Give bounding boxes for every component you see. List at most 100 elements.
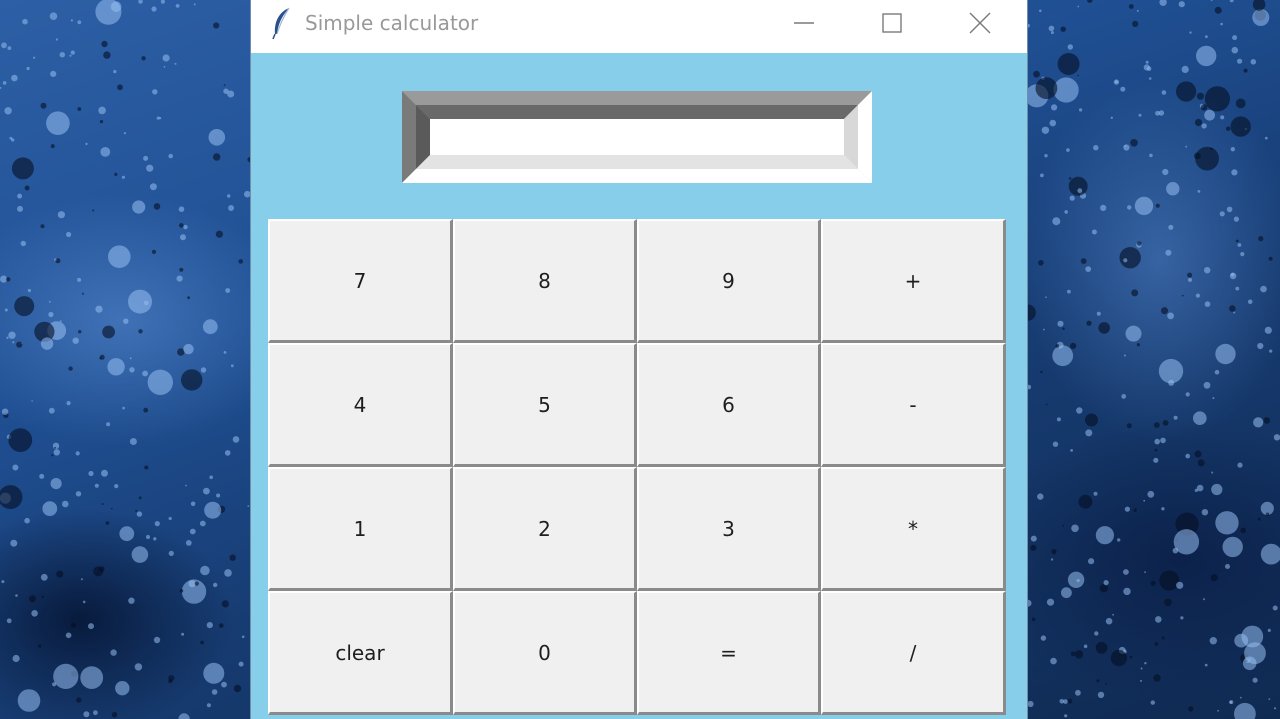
wallpaper-speckle	[65, 632, 72, 639]
wallpaper-speckle	[1204, 301, 1211, 307]
wallpaper-speckle	[1130, 139, 1138, 147]
wallpaper-speckle	[1187, 272, 1193, 278]
digit-6-button[interactable]: 6	[637, 343, 821, 467]
wallpaper-speckle	[1267, 628, 1271, 633]
digit-2-button[interactable]: 2	[453, 467, 637, 591]
wallpaper-speckle	[48, 300, 51, 303]
wallpaper-speckle	[1188, 706, 1194, 712]
wallpaper-speckle	[62, 500, 69, 508]
wallpaper-speckle	[10, 539, 18, 547]
wallpaper-speckle	[1195, 293, 1200, 298]
wallpaper-speckle	[1077, 188, 1083, 194]
wallpaper-speckle	[1211, 471, 1214, 474]
wallpaper-speckle	[123, 318, 129, 324]
wallpaper-speckle	[1123, 587, 1131, 596]
wallpaper-speckle	[1230, 147, 1236, 152]
wallpaper-speckle	[1161, 636, 1165, 640]
wallpaper-speckle	[1146, 66, 1152, 71]
wallpaper-speckle	[1217, 709, 1219, 712]
minimize-button[interactable]	[769, 0, 839, 46]
wallpaper-speckle	[98, 566, 105, 572]
subtract-button[interactable]: -	[821, 343, 1006, 467]
wallpaper-speckle	[1070, 651, 1076, 657]
wallpaper-speckle	[1077, 74, 1079, 77]
wallpaper-speckle	[1040, 173, 1044, 178]
wallpaper-speckle	[1049, 119, 1057, 127]
wallpaper-speckle	[72, 337, 79, 344]
wallpaper-speckle	[1180, 616, 1184, 620]
wallpaper-speckle	[134, 663, 143, 671]
wallpaper-speckle	[247, 505, 250, 507]
digit-5-button[interactable]: 5	[453, 343, 637, 467]
wallpaper-speckle	[1159, 570, 1180, 591]
wallpaper-speckle	[59, 52, 65, 58]
wallpaper-speckle	[1194, 118, 1203, 127]
title-bar[interactable]: Simple calculator	[251, 0, 1027, 53]
wallpaper-speckle	[53, 663, 79, 690]
wallpaper-speckle	[1074, 650, 1084, 659]
digit-7-button[interactable]: 7	[268, 219, 453, 343]
wallpaper-speckle	[1057, 53, 1080, 75]
wallpaper-speckle	[174, 62, 177, 65]
display-field[interactable]	[431, 120, 841, 146]
wallpaper-speckle	[238, 661, 244, 667]
wallpaper-speckle	[1214, 369, 1220, 375]
wallpaper-speckle	[1239, 696, 1242, 699]
digit-3-button[interactable]: 3	[637, 467, 821, 591]
clear-button[interactable]: clear	[268, 591, 453, 715]
wallpaper-speckle	[1173, 415, 1178, 420]
wallpaper-speckle	[16, 341, 23, 348]
wallpaper-speckle	[203, 662, 225, 684]
wallpaper-speckle	[1110, 649, 1128, 667]
wallpaper-speckle	[1124, 145, 1126, 148]
wallpaper-speckle	[1030, 535, 1037, 542]
digit-4-button[interactable]: 4	[268, 343, 453, 467]
wallpaper-speckle	[1035, 77, 1058, 100]
wallpaper-speckle	[1229, 700, 1234, 705]
add-button[interactable]: +	[821, 219, 1006, 343]
equals-button[interactable]: =	[637, 591, 821, 715]
digit-9-button[interactable]: 9	[637, 219, 821, 343]
wallpaper-speckle	[1247, 299, 1253, 305]
wallpaper-speckle	[216, 493, 221, 498]
wallpaper-speckle	[1159, 0, 1167, 6]
wallpaper-speckle	[1197, 190, 1201, 193]
wallpaper-speckle	[53, 449, 60, 456]
wallpaper-speckle	[1068, 177, 1072, 180]
wallpaper-speckle	[1040, 370, 1043, 374]
wallpaper-speckle	[179, 223, 184, 228]
wallpaper-speckle	[1260, 285, 1267, 293]
wallpaper-speckle	[50, 70, 57, 77]
wallpaper-speckle	[1096, 679, 1100, 683]
wallpaper-speckle	[1185, 453, 1190, 459]
divide-button[interactable]: /	[821, 591, 1006, 715]
wallpaper-speckle	[1240, 252, 1245, 257]
wallpaper-speckle	[101, 503, 104, 505]
wallpaper-speckle	[1071, 524, 1079, 533]
digit-1-button[interactable]: 1	[268, 467, 453, 591]
wallpaper-speckle	[40, 102, 47, 109]
wallpaper-speckle	[1136, 343, 1140, 347]
digit-0-button[interactable]: 0	[453, 591, 637, 715]
wallpaper-speckle	[22, 18, 28, 25]
wallpaper-speckle	[1193, 411, 1207, 426]
maximize-button[interactable]	[857, 0, 927, 46]
wallpaper-speckle	[1204, 267, 1211, 274]
wallpaper-speckle	[1056, 417, 1061, 422]
wallpaper-speckle	[141, 56, 146, 61]
wallpaper-speckle	[1039, 9, 1042, 13]
multiply-button[interactable]: *	[821, 467, 1006, 591]
wallpaper-speckle	[49, 12, 58, 20]
wallpaper-speckle	[142, 370, 149, 377]
wallpaper-speckle	[1155, 110, 1160, 116]
wallpaper-speckle	[185, 484, 188, 487]
wallpaper-speckle	[1160, 437, 1166, 444]
wallpaper-speckle	[1185, 145, 1188, 148]
wallpaper-speckle	[1048, 25, 1055, 32]
wallpaper-speckle	[1067, 289, 1071, 294]
wallpaper-speckle	[1051, 558, 1054, 561]
wallpaper-speckle	[1061, 587, 1072, 599]
close-button[interactable]	[945, 0, 1015, 46]
wallpaper-speckle	[1133, 508, 1137, 512]
digit-8-button[interactable]: 8	[453, 219, 637, 343]
